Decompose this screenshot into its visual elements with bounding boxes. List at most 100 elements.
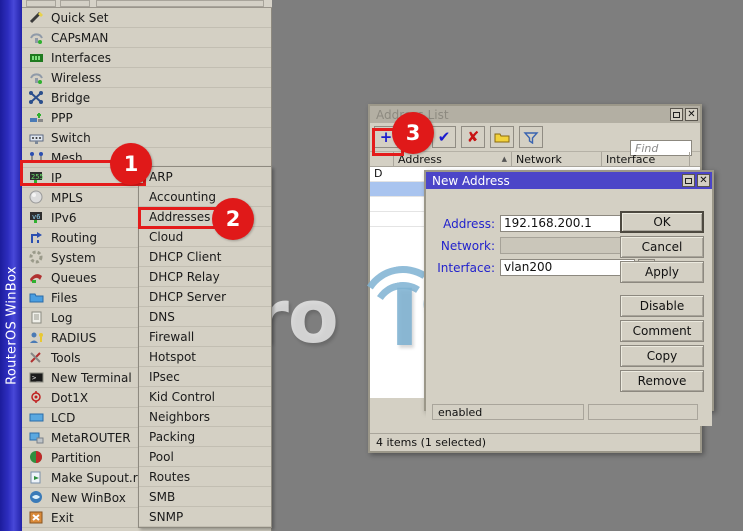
queues-icon <box>28 270 45 285</box>
comment-button[interactable]: Comment <box>620 320 704 342</box>
radius-icon <box>28 330 45 345</box>
ip-submenu-item-label: Neighbors <box>149 410 210 424</box>
menu-item-capsman[interactable]: CAPsMAN <box>22 28 271 48</box>
close-icon[interactable]: ✕ <box>697 174 710 187</box>
ok-button[interactable]: OK <box>620 211 704 233</box>
ip-submenu-item-neighbors[interactable]: Neighbors <box>139 407 271 427</box>
ip-submenu-item-label: Cloud <box>149 230 183 244</box>
ip-submenu-item-accounting[interactable]: Accounting <box>139 187 271 207</box>
button-label: Comment <box>633 324 692 338</box>
cancel-button[interactable]: Cancel <box>620 236 704 258</box>
mesh-icon <box>28 150 45 165</box>
comment-icon-button[interactable] <box>490 126 514 148</box>
filter-icon-button[interactable] <box>519 126 543 148</box>
menu-item-label: IPv6 <box>45 211 77 225</box>
partition-icon <box>28 450 45 465</box>
column-header-flags[interactable] <box>370 152 394 166</box>
column-header-interface[interactable]: Interface <box>602 152 690 166</box>
cell-flag <box>370 182 394 196</box>
lcd-icon <box>28 410 45 425</box>
toolbar-btn-3[interactable] <box>96 0 264 7</box>
column-header-address[interactable]: Address <box>394 152 512 166</box>
disable-button[interactable]: Disable <box>620 295 704 317</box>
terminal-icon: >_ <box>28 370 45 385</box>
network-input[interactable] <box>500 237 635 254</box>
menu-item-ppp[interactable]: PPP <box>22 108 271 128</box>
ip-icon: 255 <box>28 170 45 185</box>
ip-submenu-item-dhcp-server[interactable]: DHCP Server <box>139 287 271 307</box>
new-address-dialog: New Address ✕ Address: 192.168.200.1 Net… <box>424 170 714 411</box>
toolbar-btn-1[interactable] <box>26 0 56 7</box>
menu-item-label: New WinBox <box>45 491 126 505</box>
maximize-icon[interactable] <box>682 174 695 187</box>
enable-button[interactable]: ✔ <box>432 126 456 148</box>
network-field-row: Network: <box>432 237 650 254</box>
system-icon <box>28 250 45 265</box>
menu-item-label: PPP <box>45 111 73 125</box>
menu-item-label: IP <box>45 171 62 185</box>
remove-button[interactable]: Remove <box>620 370 704 392</box>
menu-item-label: Log <box>45 311 72 325</box>
ip-submenu-item-label: SMB <box>149 490 175 504</box>
network-label: Network: <box>432 239 500 253</box>
disable-button[interactable]: ✘ <box>461 126 485 148</box>
apply-button[interactable]: Apply <box>620 261 704 283</box>
ip-submenu-item-dhcp-client[interactable]: DHCP Client <box>139 247 271 267</box>
new-address-status-secondary <box>588 404 698 420</box>
ip-submenu-item-packing[interactable]: Packing <box>139 427 271 447</box>
menu-item-label: Mesh <box>45 151 83 165</box>
ip-submenu-item-snmp[interactable]: SNMP <box>139 507 271 527</box>
supout-icon <box>28 470 45 485</box>
ip-submenu-item-label: DHCP Relay <box>149 270 220 284</box>
ip-submenu-item-label: Pool <box>149 450 174 464</box>
menu-item-label: Interfaces <box>45 51 111 65</box>
ip-submenu-item-label: Firewall <box>149 330 194 344</box>
column-header-network[interactable]: Network <box>512 152 602 166</box>
maximize-icon[interactable] <box>670 108 683 121</box>
bridge-icon <box>28 90 45 105</box>
button-label: Cancel <box>642 240 683 254</box>
ip-submenu-item-label: Kid Control <box>149 390 215 404</box>
winbox-vertical-title: RouterOS WinBox <box>5 236 20 416</box>
menu-item-wireless[interactable]: Wireless <box>22 68 271 88</box>
enable-button-glyph: ✔ <box>438 130 451 145</box>
toolbar-btn-2[interactable] <box>60 0 90 7</box>
address-input[interactable]: 192.168.200.1 <box>500 215 635 232</box>
menu-item-interfaces[interactable]: Interfaces <box>22 48 271 68</box>
ip-submenu-item-pool[interactable]: Pool <box>139 447 271 467</box>
interface-input[interactable]: vlan200 <box>500 259 635 276</box>
ipv6-icon: v6 <box>28 210 45 225</box>
ppp-icon <box>28 110 45 125</box>
ip-submenu-item-arp[interactable]: ARP <box>139 167 271 187</box>
address-list-column-headers: Address Network Interface <box>370 151 700 166</box>
menu-item-switch[interactable]: Switch <box>22 128 271 148</box>
ip-submenu-item-label: Addresses <box>149 210 210 224</box>
interface-label: Interface: <box>432 261 500 275</box>
ip-submenu-item-ipsec[interactable]: IPsec <box>139 367 271 387</box>
menu-item-label: Queues <box>45 271 97 285</box>
ip-submenu-item-dhcp-relay[interactable]: DHCP Relay <box>139 267 271 287</box>
ip-submenu-item-firewall[interactable]: Firewall <box>139 327 271 347</box>
close-icon[interactable]: ✕ <box>685 108 698 121</box>
copy-button[interactable]: Copy <box>620 345 704 367</box>
ip-submenu-item-cloud[interactable]: Cloud <box>139 227 271 247</box>
ip-submenu-item-dns[interactable]: DNS <box>139 307 271 327</box>
menu-item-label: New Terminal <box>45 371 132 385</box>
exit-icon <box>28 510 45 525</box>
ip-submenu-item-kid-control[interactable]: Kid Control <box>139 387 271 407</box>
ip-submenu-item-label: Accounting <box>149 190 216 204</box>
ip-submenu-item-label: Hotspot <box>149 350 196 364</box>
ip-submenu-item-smb[interactable]: SMB <box>139 487 271 507</box>
new-address-titlebar[interactable]: New Address ✕ <box>426 172 712 189</box>
wand-icon <box>28 10 45 25</box>
ip-submenu-item-hotspot[interactable]: Hotspot <box>139 347 271 367</box>
ip-submenu-item-routes[interactable]: Routes <box>139 467 271 487</box>
menu-item-bridge[interactable]: Bridge <box>22 88 271 108</box>
button-label: Remove <box>638 374 687 388</box>
tools-icon <box>28 350 45 365</box>
dot1x-icon <box>28 390 45 405</box>
menu-item-quick-set[interactable]: Quick Set <box>22 8 271 28</box>
menu-item-label: Exit <box>45 511 74 525</box>
new-address-button-column: OK Cancel Apply Disable Comment Copy Remove <box>620 211 704 395</box>
new-address-status: enabled <box>432 404 584 420</box>
